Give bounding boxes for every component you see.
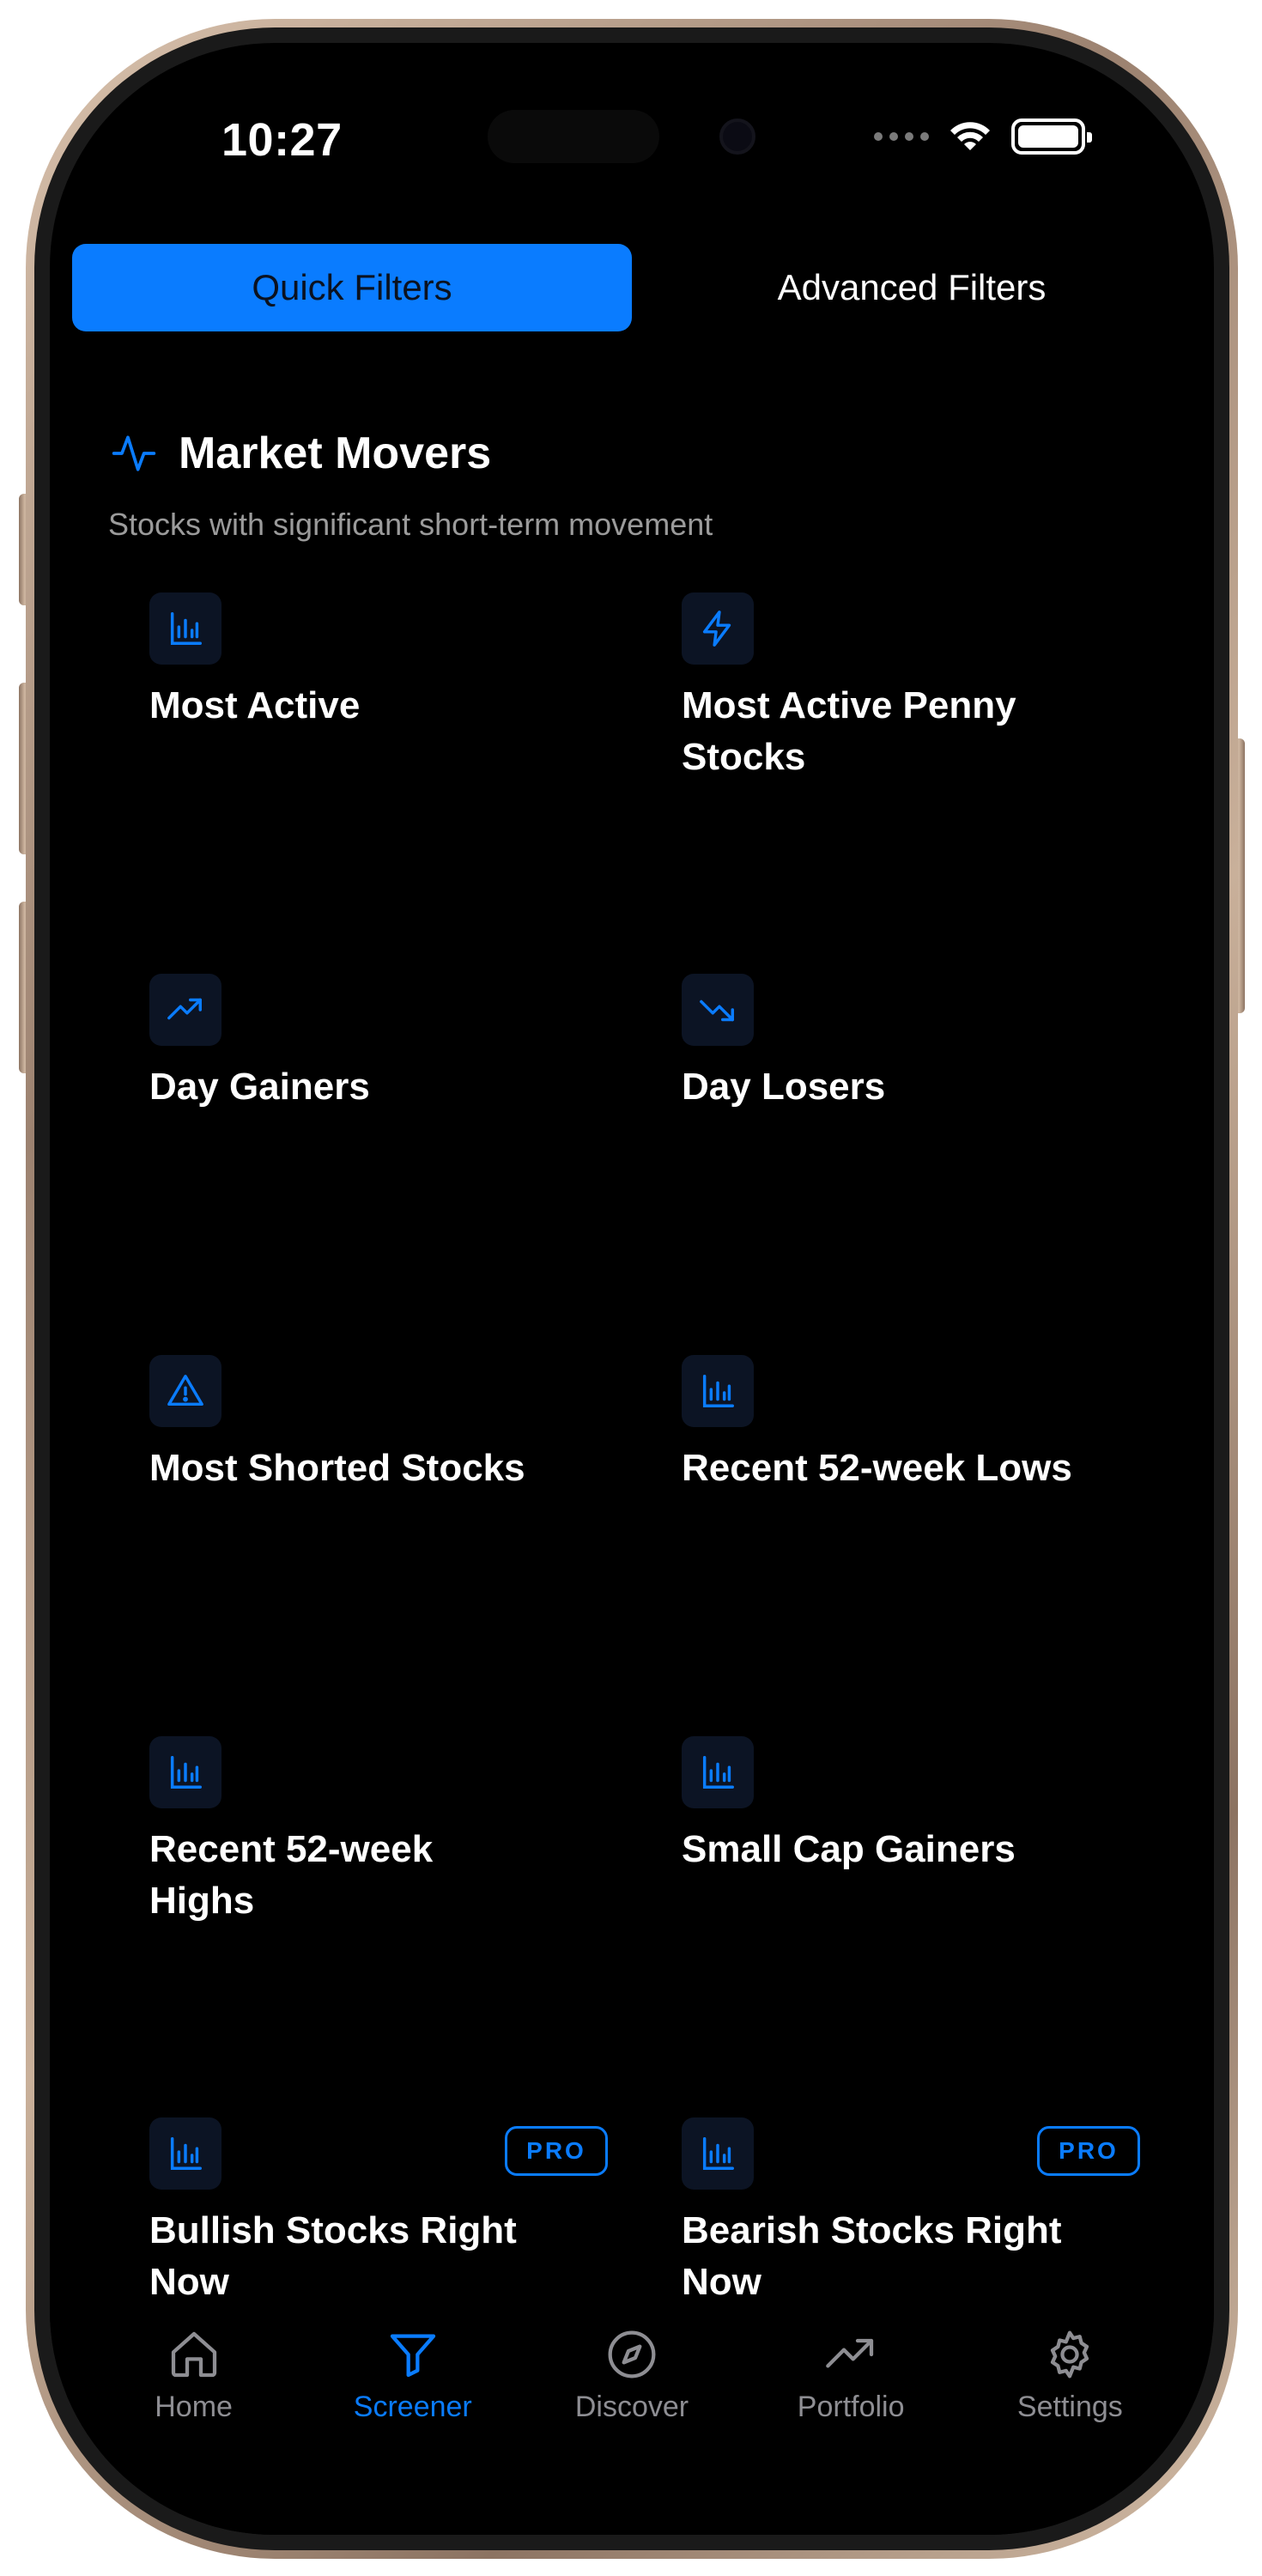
card-title: Day Losers: [682, 1066, 886, 1108]
bar-chart-icon: [170, 2137, 202, 2170]
tab-advanced-filters[interactable]: Advanced Filters: [632, 244, 1192, 331]
tabbar-label: Home: [155, 2391, 233, 2423]
tabbar-label: Settings: [1016, 2391, 1123, 2423]
card-title: Bullish Stocks Right Now: [149, 2209, 517, 2303]
card-title: Small Cap Gainers: [682, 1828, 1016, 1870]
pro-badge: PRO: [1037, 2126, 1140, 2176]
card-icon-box: [682, 974, 754, 1046]
trend-up-icon: [167, 998, 202, 1020]
battery-icon: [1011, 118, 1092, 155]
tabbar-label: Portfolio: [797, 2391, 905, 2423]
gear-icon: [1051, 2330, 1089, 2379]
pro-badge: PRO: [505, 2126, 608, 2176]
card-title: Recent 52-week Lows: [682, 1447, 1072, 1489]
filter-card-most-active[interactable]: Most Active: [149, 592, 630, 732]
filter-card-recent-52-week-lows[interactable]: Recent 52-week Lows: [682, 1355, 1162, 1494]
card-icon-box: [682, 1355, 754, 1427]
status-icons: [874, 118, 1092, 155]
warning-icon: [167, 1375, 203, 1406]
lightning-icon: [702, 611, 731, 647]
filter-card-most-active-penny-stocks[interactable]: Most Active Penny Stocks: [682, 592, 1162, 783]
tabbar-label: Discover: [574, 2391, 689, 2423]
home-icon: [171, 2331, 216, 2378]
tabbar-item-screener[interactable]: Screener: [319, 2327, 507, 2535]
bar-chart-icon: [702, 1756, 734, 1789]
card-icon-box: [682, 592, 754, 665]
tabbar-item-settings[interactable]: Settings: [975, 2327, 1164, 2535]
tab-quick-filters[interactable]: Quick Filters: [72, 244, 632, 331]
tabbar-item-discover[interactable]: Discover: [537, 2327, 726, 2535]
card-icon-box: [682, 2117, 754, 2190]
card-icon-box: [149, 2117, 221, 2190]
card-title: Most Shorted Stocks: [149, 1447, 525, 1489]
card-icon-box: [149, 974, 221, 1046]
dynamic-island: [488, 110, 659, 163]
filter-card-day-losers[interactable]: Day Losers: [682, 974, 1162, 1113]
wifi-icon: [950, 122, 990, 150]
card-icon-box: [682, 1736, 754, 1808]
funnel-icon: [390, 2334, 435, 2378]
card-icon-box: [149, 592, 221, 665]
card-title: Most Active Penny Stocks: [682, 684, 1016, 778]
trend-up-icon: [826, 2338, 874, 2368]
filter-card-small-cap-gainers[interactable]: Small Cap Gainers: [682, 1736, 1162, 1875]
section-subtitle: Stocks with significant short-term movem…: [108, 507, 713, 542]
card-icon-box: [149, 1355, 221, 1427]
filter-card-day-gainers[interactable]: Day Gainers: [149, 974, 630, 1113]
trend-down-icon: [700, 999, 734, 1022]
bar-chart-icon: [702, 1375, 734, 1407]
tabbar-item-home[interactable]: Home: [100, 2327, 288, 2535]
card-title: Recent 52-week Highs: [149, 1828, 434, 1922]
card-title: Day Gainers: [149, 1066, 370, 1108]
cellular-signal-icon: [874, 132, 929, 141]
bottom-tab-bar: Home Screener Discover Portfolio Setting…: [50, 2310, 1214, 2535]
compass-icon: [608, 2330, 656, 2379]
filter-segmented-control: Quick Filters Advanced Filters: [72, 244, 1192, 331]
bar-chart-icon: [170, 1756, 202, 1789]
filter-card-bullish-stocks[interactable]: PRO Bullish Stocks Right Now: [149, 2117, 630, 2308]
tabbar-item-portfolio[interactable]: Portfolio: [756, 2327, 945, 2535]
section-title: Market Movers: [179, 428, 492, 478]
filter-card-most-shorted-stocks[interactable]: Most Shorted Stocks: [149, 1355, 630, 1494]
screen: 10:27 Quick Filters Advanced Filters Mar…: [50, 43, 1214, 2535]
filter-card-recent-52-week-highs[interactable]: Recent 52-week Highs: [149, 1736, 630, 1927]
status-time: 10:27: [221, 114, 343, 166]
filter-card-bearish-stocks[interactable]: PRO Bearish Stocks Right Now: [682, 2117, 1162, 2308]
front-camera: [719, 118, 755, 155]
card-title: Most Active: [149, 684, 361, 726]
card-icon-box: [149, 1736, 221, 1808]
card-title: Bearish Stocks Right Now: [682, 2209, 1062, 2303]
tabbar-label: Screener: [353, 2391, 472, 2423]
section-header: Market Movers: [110, 428, 491, 479]
bar-chart-icon: [170, 612, 202, 645]
activity-icon: [112, 435, 156, 471]
bar-chart-icon: [702, 2137, 734, 2170]
